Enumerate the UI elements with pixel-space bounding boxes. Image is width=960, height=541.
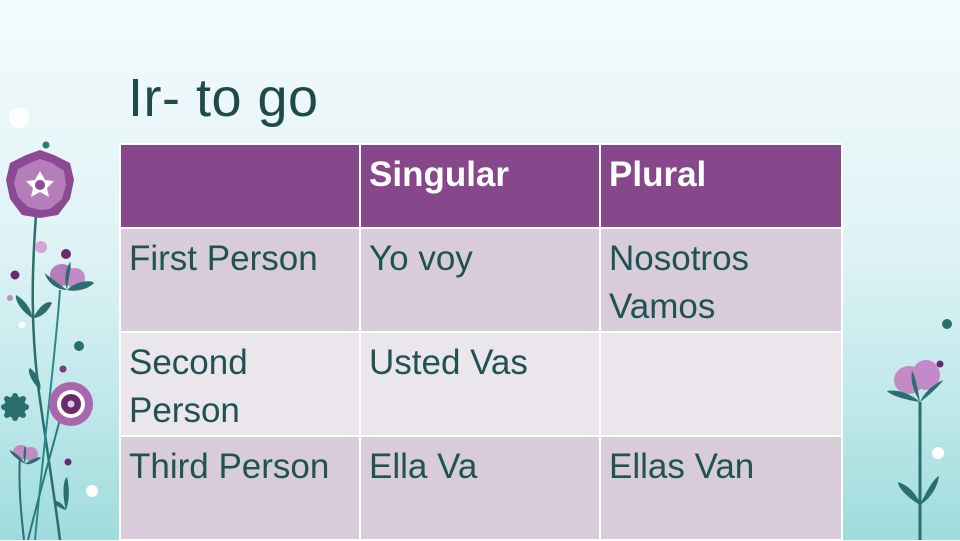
white-dot-icon [932,447,944,459]
singular-cell: Yo voy [359,227,601,333]
purple-dot-icon [936,360,944,368]
leaf-icon [28,368,41,390]
leaf-icon [53,500,66,510]
ring-flower-icon [49,382,93,426]
stem [18,454,25,540]
row-label: Second Person [119,331,361,437]
plural-cell: Ellas Van [599,435,843,541]
white-dot-icon [9,108,29,128]
plural-cell [599,331,843,437]
flower-bud-icon [887,360,943,402]
slide-title: Ir- to go [128,68,319,128]
white-dot-icon [86,485,98,497]
teal-dot-icon [42,141,50,149]
teal-dot-icon [942,319,952,329]
white-dot-icon [18,321,26,329]
pink-dot-icon [7,295,13,301]
purple-dot-icon [61,249,71,259]
flower-large-icon [6,150,74,218]
row-label: First Person [119,227,361,333]
purple-dot-icon [10,270,20,280]
table-row: Second Person Usted Vas [119,331,843,437]
leaf-icon [898,482,920,505]
stem [34,289,61,540]
header-cell-empty [119,143,361,229]
purple-dot-icon [64,458,72,466]
stem [27,399,66,540]
flower-bud-icon [9,445,41,465]
leaf-icon [63,477,69,510]
header-cell-plural: Plural [599,143,843,229]
header-cell-singular: Singular [359,143,601,229]
leaf-icon [33,302,52,318]
stem [31,214,62,540]
pink-dot-icon [35,241,47,253]
row-label: Third Person [119,435,361,541]
table-header-row: Singular Plural [119,143,843,229]
plural-cell: Nosotros Vamos [599,227,843,333]
table-row: Third Person Ella Va Ellas Van [119,435,843,541]
teal-dot-icon [74,341,84,351]
conjugation-table: Singular Plural First Person Yo voy Noso… [119,143,843,541]
leaf-icon [15,295,32,318]
purple-dot-icon [59,365,67,373]
teal-blossom-icon [1,393,29,421]
flower-bud-icon [44,262,94,291]
singular-cell: Usted Vas [359,331,601,437]
leaf-icon [920,476,939,505]
singular-cell: Ella Va [359,435,601,541]
table-row: First Person Yo voy Nosotros Vamos [119,227,843,333]
